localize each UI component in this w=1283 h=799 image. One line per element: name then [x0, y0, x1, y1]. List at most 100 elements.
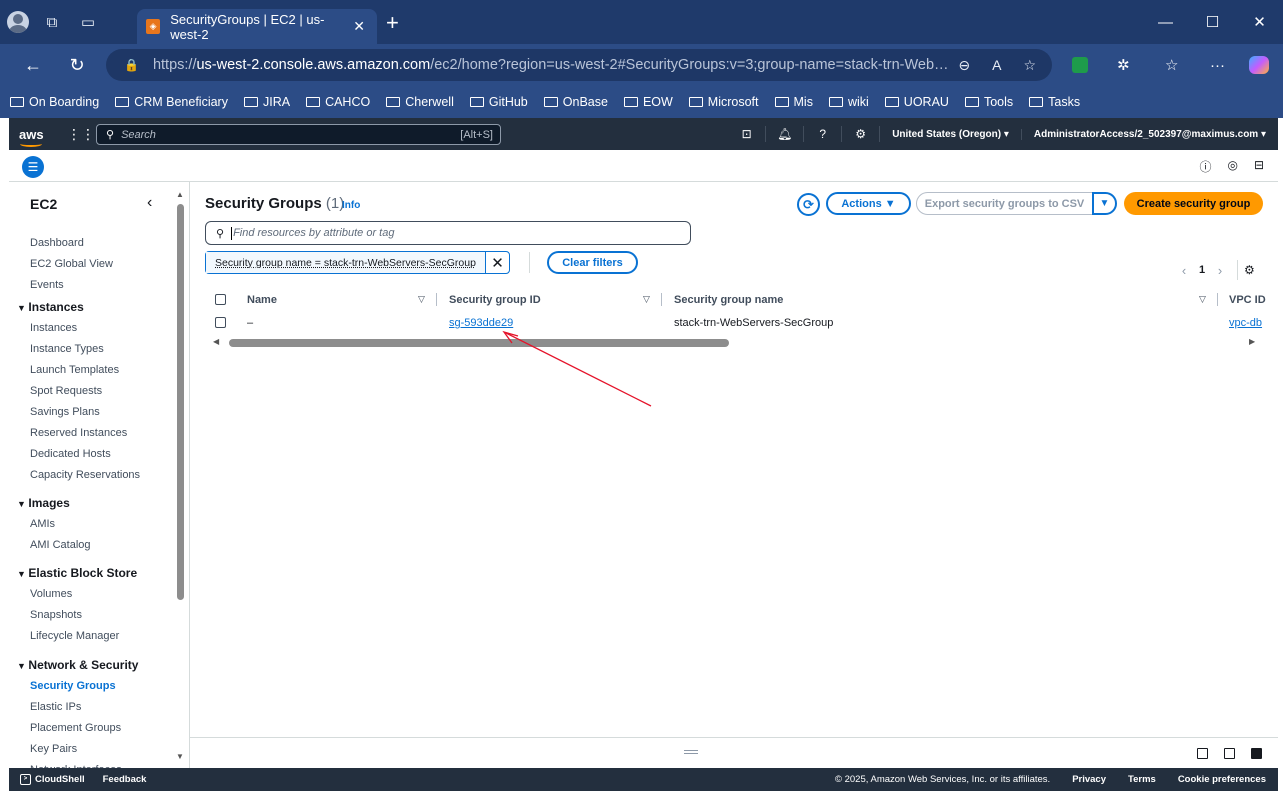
- scroll-left-icon[interactable]: ◀: [213, 337, 219, 346]
- sidebar-section-images[interactable]: ▼ Images: [17, 496, 70, 510]
- close-tab-icon[interactable]: ✕: [353, 18, 365, 35]
- bookmark-item[interactable]: Tasks: [1029, 95, 1080, 109]
- next-page-icon[interactable]: ›: [1209, 263, 1231, 278]
- panel-bottom-icon[interactable]: [1197, 748, 1208, 759]
- collapse-sidebar-icon[interactable]: ‹: [147, 194, 152, 212]
- prev-page-icon[interactable]: ‹: [1173, 263, 1195, 278]
- scroll-right-icon[interactable]: ▶: [1249, 337, 1255, 346]
- scroll-up-icon[interactable]: ▲: [176, 190, 184, 199]
- filter-token-text[interactable]: Security group name = stack-trn-WebServe…: [215, 257, 476, 269]
- table-row[interactable]: – sg-593dde29 stack-trn-WebServers-SecGr…: [205, 314, 1278, 333]
- sidebar-item-ami-catalog[interactable]: AMI Catalog: [30, 539, 91, 551]
- minimize-icon[interactable]: —: [1142, 14, 1189, 31]
- close-window-icon[interactable]: ✕: [1236, 13, 1283, 31]
- sidebar-item-security-groups[interactable]: Security Groups: [30, 680, 116, 692]
- clear-filters-button[interactable]: Clear filters: [547, 251, 638, 274]
- bookmark-item[interactable]: Mis: [774, 95, 813, 109]
- row-checkbox[interactable]: [215, 317, 226, 328]
- sidebar-item-dashboard[interactable]: Dashboard: [30, 237, 84, 249]
- favorites-icon[interactable]: ☆: [1165, 44, 1178, 86]
- sidebar-item-amis[interactable]: AMIs: [30, 518, 55, 530]
- bookmark-item[interactable]: JIRA: [243, 95, 290, 109]
- actions-button[interactable]: Actions ▼: [826, 192, 911, 215]
- sidebar-section-network-security[interactable]: ▼ Network & Security: [17, 658, 138, 672]
- sidebar-item-volumes[interactable]: Volumes: [30, 588, 72, 600]
- panel-side-icon[interactable]: [1224, 748, 1235, 759]
- sidebar-item-events[interactable]: Events: [30, 279, 64, 291]
- bookmark-item[interactable]: Microsoft: [688, 95, 759, 109]
- export-dropdown-button[interactable]: ▼: [1092, 192, 1117, 215]
- bookmark-item[interactable]: CAHCO: [306, 95, 370, 109]
- url-field[interactable]: 🔒 https://us-west-2.console.aws.amazon.c…: [106, 49, 1052, 81]
- security-group-id-link[interactable]: sg-593dde29: [449, 317, 513, 329]
- more-menu-icon[interactable]: ···: [1210, 44, 1225, 86]
- col-vpc-id[interactable]: VPC ID: [1229, 294, 1266, 306]
- sidebar-item-placement-groups[interactable]: Placement Groups: [30, 722, 121, 734]
- extension-icon[interactable]: [1072, 44, 1088, 86]
- sidebar-item-lifecycle-manager[interactable]: Lifecycle Manager: [30, 630, 119, 642]
- cloudshell-link[interactable]: > CloudShell: [20, 774, 85, 785]
- vpc-id-link[interactable]: vpc-db: [1229, 317, 1262, 329]
- sidebar-item-instances[interactable]: Instances: [30, 322, 77, 334]
- display-settings-icon[interactable]: ⊟: [1254, 158, 1264, 175]
- bookmark-item[interactable]: GitHub: [469, 95, 528, 109]
- aws-logo[interactable]: aws: [19, 127, 45, 147]
- bookmark-item[interactable]: On Boarding: [10, 95, 99, 109]
- back-icon[interactable]: ←: [11, 55, 55, 76]
- favorite-star-icon[interactable]: ☆: [1023, 57, 1036, 74]
- terms-link[interactable]: Terms: [1128, 774, 1156, 785]
- aws-search-input[interactable]: ⚲ Search [Alt+S]: [96, 124, 501, 145]
- gear-icon[interactable]: ⚙: [842, 126, 881, 142]
- sidebar-item-instance-types[interactable]: Instance Types: [30, 343, 104, 355]
- sort-id-icon[interactable]: ▽: [643, 294, 650, 305]
- select-all-checkbox[interactable]: [215, 294, 226, 305]
- account-menu[interactable]: AdministratorAccess/2_502397@maximus.com…: [1022, 129, 1278, 140]
- col-security-group-name[interactable]: Security group name: [674, 294, 783, 306]
- region-selector[interactable]: United States (Oregon) ▾: [880, 128, 1022, 140]
- filter-token[interactable]: Security group name = stack-trn-WebServe…: [205, 251, 510, 274]
- active-tab[interactable]: ◈ SecurityGroups | EC2 | us-west-2 ✕: [137, 9, 377, 44]
- bookmark-item[interactable]: CRM Beneficiary: [115, 95, 228, 109]
- col-name[interactable]: Name: [247, 294, 277, 306]
- zoom-icon[interactable]: ⊖: [958, 57, 970, 74]
- feedback-icon[interactable]: ◎: [1227, 158, 1237, 175]
- sidebar-scroll-thumb[interactable]: [177, 204, 184, 600]
- panel-hidden-icon[interactable]: [1251, 748, 1262, 759]
- sidebar-item-reserved-instances[interactable]: Reserved Instances: [30, 427, 127, 439]
- bookmark-item[interactable]: EOW: [623, 95, 673, 109]
- bell-icon[interactable]: 🔔︎: [766, 126, 805, 142]
- table-settings-gear-icon[interactable]: ⚙: [1244, 263, 1255, 277]
- sidebar-item-launch-templates[interactable]: Launch Templates: [30, 364, 119, 376]
- read-aloud-icon[interactable]: A: [992, 57, 1001, 74]
- horizontal-scroll-thumb[interactable]: [229, 339, 729, 347]
- help-icon[interactable]: ?: [804, 126, 843, 142]
- column-divider[interactable]: [1217, 293, 1218, 306]
- table-horizontal-scrollbar[interactable]: ◀ ▶: [209, 337, 1259, 349]
- extensions-puzzle-icon[interactable]: ✲: [1117, 44, 1130, 86]
- privacy-link[interactable]: Privacy: [1072, 774, 1106, 785]
- workspaces-icon[interactable]: ⧉: [34, 0, 70, 44]
- sidebar-section-elastic-block-store[interactable]: ▼ Elastic Block Store: [17, 566, 137, 580]
- export-csv-button[interactable]: Export security groups to CSV: [916, 192, 1093, 215]
- profile-avatar[interactable]: [7, 11, 29, 33]
- sidebar-item-ec2-global-view[interactable]: EC2 Global View: [30, 258, 113, 270]
- sidebar-item-capacity-reservations[interactable]: Capacity Reservations: [30, 469, 140, 481]
- resize-handle[interactable]: [684, 750, 698, 754]
- sidebar-item-snapshots[interactable]: Snapshots: [30, 609, 82, 621]
- sort-name-icon[interactable]: ▽: [418, 294, 425, 305]
- column-divider[interactable]: [661, 293, 662, 306]
- refresh-button[interactable]: ⟳: [797, 193, 820, 216]
- bookmark-item[interactable]: Tools: [964, 95, 1013, 109]
- remove-filter-icon[interactable]: ✕: [486, 254, 509, 272]
- sidebar-item-key-pairs[interactable]: Key Pairs: [30, 743, 77, 755]
- create-security-group-button[interactable]: Create security group: [1124, 192, 1263, 215]
- page-number[interactable]: 1: [1195, 264, 1209, 276]
- feedback-link[interactable]: Feedback: [103, 774, 147, 785]
- refresh-icon[interactable]: ↻: [55, 55, 99, 76]
- maximize-icon[interactable]: ☐: [1189, 13, 1236, 31]
- filter-input[interactable]: ⚲ Find resources by attribute or tag: [205, 221, 691, 245]
- bookmark-item[interactable]: OnBase: [543, 95, 608, 109]
- sort-group-name-icon[interactable]: ▽: [1199, 294, 1206, 305]
- sidebar-item-spot-requests[interactable]: Spot Requests: [30, 385, 102, 397]
- sidebar-scrollbar[interactable]: ▲ ▼: [176, 190, 185, 761]
